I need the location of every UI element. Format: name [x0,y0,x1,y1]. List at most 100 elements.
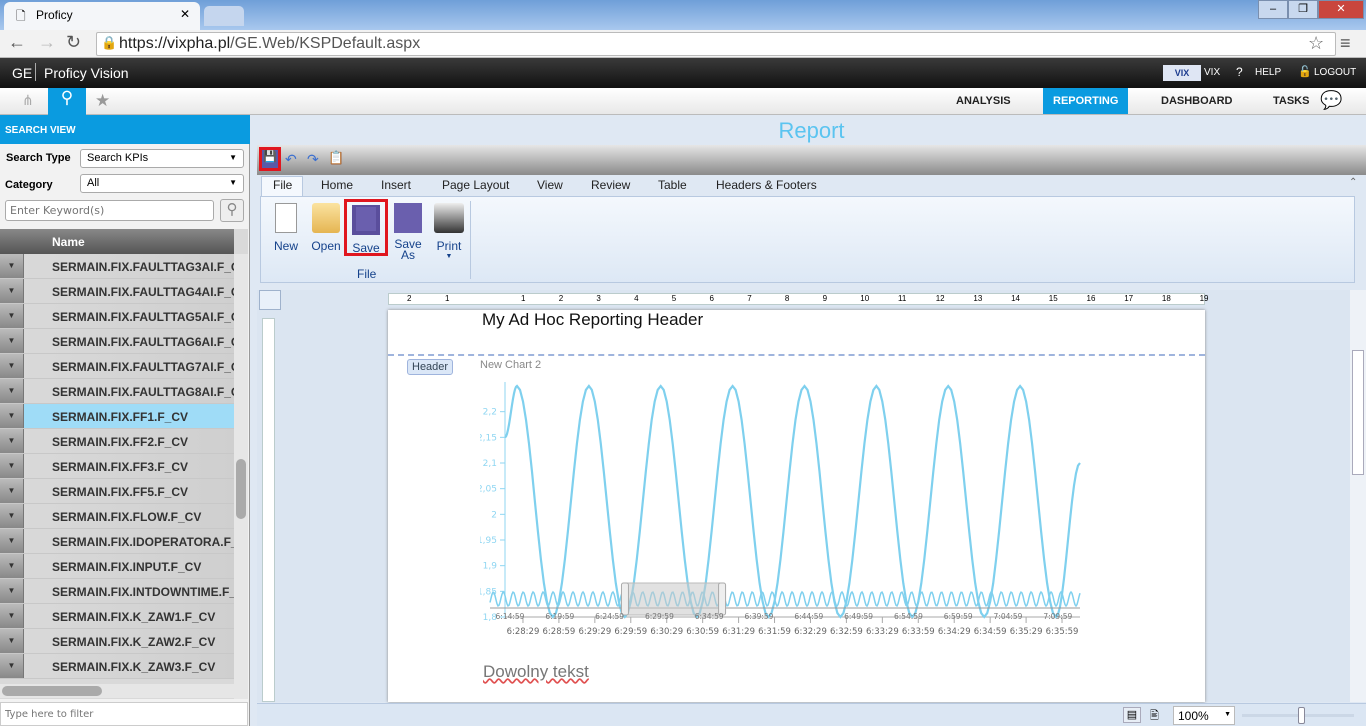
kpi-row[interactable]: ▼ SERMAIN.FIX.K_ZAW1.F_CV [0,604,234,629]
ribbon-tab-table[interactable]: Table [658,178,687,192]
row-expand-icon[interactable]: ▼ [0,579,24,603]
row-expand-icon[interactable]: ▼ [0,504,24,528]
back-icon[interactable]: ← [8,32,26,53]
row-expand-icon[interactable]: ▼ [0,329,24,353]
user-name[interactable]: VIX [1204,67,1220,78]
forward-icon[interactable]: → [38,32,56,53]
category-select[interactable]: All [80,174,244,193]
zoom-select[interactable]: 100% ▼ [1173,706,1235,725]
row-expand-icon[interactable]: ▼ [0,354,24,378]
collapse-ribbon-icon[interactable]: ⌃ [1349,177,1357,188]
zoom-slider-thumb[interactable] [1298,707,1305,724]
body-text[interactable]: Dowolny tekst [483,662,589,682]
menu-icon[interactable]: ≡ [1340,33,1351,54]
redo-icon[interactable]: ↷ [307,151,319,168]
kpi-row[interactable]: ▼ SERMAIN.FIX.FAULTTAG8AI.F_C [0,379,240,404]
kpi-row[interactable]: ▼ SERMAIN.FIX.K_ZAW3.F_CV [0,654,234,679]
logout-link[interactable]: LOGOUT [1314,67,1356,78]
doc-scrollbar-thumb[interactable] [1352,350,1364,475]
row-expand-icon[interactable]: ▼ [0,479,24,503]
search-icon[interactable]: ⚲ [48,88,86,115]
column-name-header[interactable]: Name [52,235,85,249]
filter-input[interactable] [0,702,248,726]
browser-tab[interactable]: 🗋 Proficy ✕ [4,2,200,30]
paste-icon[interactable]: 📋 [328,150,344,166]
row-expand-icon[interactable]: ▼ [0,654,24,678]
maximize-button[interactable]: ❐ [1288,0,1318,19]
row-expand-icon[interactable]: ▼ [0,379,24,403]
navigator-tick-label: 7:09:59 [1043,612,1072,621]
row-expand-icon[interactable]: ▼ [0,604,24,628]
kpi-row[interactable]: ▼ SERMAIN.FIX.FF1.F_CV [0,404,234,429]
bookmark-star-icon[interactable]: ☆ [1308,33,1324,54]
ribbon-tab-review[interactable]: Review [591,178,630,192]
print-layout-icon[interactable]: ▤ [1123,707,1141,723]
quick-save-icon[interactable]: 💾 [259,147,281,171]
ribbon-tab-headers-footers[interactable]: Headers & Footers [716,178,817,192]
kpi-row[interactable]: ▼ SERMAIN.FIX.INPUT.F_CV [0,554,234,579]
kpi-row[interactable]: ▼ SERMAIN.FIX.FF2.F_CV [0,429,234,454]
horizontal-scrollbar[interactable] [0,684,248,698]
document-page[interactable]: My Ad Hoc Reporting Header Header New Ch… [388,310,1205,702]
horizontal-ruler[interactable]: 2 1 1 2 3 4 5 6 7 8 9 10 11 12 13 14 15 16 17 18 19 [388,293,1209,305]
ribbon-tab-insert[interactable]: Insert [381,178,411,192]
chart[interactable]: New Chart 21,81,851,91,9522,052,12,152,2… [480,355,1100,640]
open-button[interactable]: Open [306,203,346,253]
h-scrollbar-thumb[interactable] [2,686,102,696]
reload-icon[interactable]: ↻ [66,32,81,53]
ribbon-tab-file[interactable]: File [273,178,292,192]
tab-tasks[interactable]: TASKS [1263,88,1319,114]
search-type-select[interactable]: Search KPIs [80,149,244,168]
new-tab-button[interactable] [204,6,244,26]
scrollbar-thumb[interactable] [236,459,246,519]
kpi-row[interactable]: ▼ SERMAIN.FIX.FAULTTAG6AI.F_C [0,329,240,354]
new-button[interactable]: New [266,203,306,253]
favorites-star-icon[interactable]: ★ [95,91,110,111]
undo-icon[interactable]: ↶ [285,151,297,168]
chat-bubble-icon[interactable]: 💬 [1320,90,1342,111]
row-expand-icon[interactable]: ▼ [0,279,24,303]
kpi-row[interactable]: ▼ SERMAIN.FIX.FAULTTAG7AI.F_C [0,354,240,379]
ribbon-tab-page-layout[interactable]: Page Layout [442,178,509,192]
ribbon-tab-home[interactable]: Home [321,178,353,192]
save-as-button[interactable]: Save As [388,203,428,262]
row-expand-icon[interactable]: ▼ [0,304,24,328]
kpi-row[interactable]: ▼ SERMAIN.FIX.IDOPERATORA.F_ [0,529,238,554]
kpi-row[interactable]: ▼ SERMAIN.FIX.FAULTTAG4AI.F_C [0,279,240,304]
ribbon-tab-view[interactable]: View [537,178,563,192]
url-input[interactable]: 🔒 https://vixpha.pl/GE.Web/KSPDefault.asp… [96,32,1336,56]
tab-reporting[interactable]: REPORTING [1043,88,1129,114]
print-button[interactable]: Print ▼ [429,203,469,260]
row-expand-icon[interactable]: ▼ [0,529,24,553]
vertical-scrollbar[interactable] [234,254,248,699]
kpi-row[interactable]: ▼ SERMAIN.FIX.FAULTTAG3AI.F_C [0,254,240,279]
minimize-button[interactable]: ‒ [1258,0,1288,19]
search-button[interactable]: ⚲ [220,199,244,222]
close-tab-icon[interactable]: ✕ [180,7,190,21]
save-button[interactable]: Save [344,199,388,256]
row-expand-icon[interactable]: ▼ [0,254,24,278]
keyword-input[interactable] [5,200,214,221]
kpi-row[interactable]: ▼ SERMAIN.FIX.K_ZAW2.F_CV [0,629,234,654]
kpi-row[interactable]: ▼ SERMAIN.FIX.FF5.F_CV [0,479,234,504]
doc-vertical-scrollbar[interactable] [1350,290,1366,702]
row-expand-icon[interactable]: ▼ [0,554,24,578]
row-expand-icon[interactable]: ▼ [0,454,24,478]
web-layout-icon[interactable]: 🖹 [1150,707,1159,726]
kpi-row[interactable]: ▼ SERMAIN.FIX.INTDOWNTIME.F_ [0,579,236,604]
vertical-ruler[interactable] [262,318,275,702]
tab-analysis[interactable]: ANALYSIS [946,88,1021,114]
hierarchy-icon[interactable]: ⋔ [22,92,34,109]
tab-dashboard[interactable]: DASHBOARD [1151,88,1243,114]
row-expand-icon[interactable]: ▼ [0,429,24,453]
kpi-row[interactable]: ▼ SERMAIN.FIX.FF3.F_CV [0,454,234,479]
header-text[interactable]: My Ad Hoc Reporting Header [482,310,703,330]
kpi-row[interactable]: ▼ SERMAIN.FIX.FLOW.F_CV [0,504,234,529]
close-window-button[interactable]: ✕ [1318,0,1364,19]
zoom-slider[interactable] [1242,707,1354,724]
help-link[interactable]: HELP [1255,67,1281,78]
row-expand-icon[interactable]: ▼ [0,404,24,428]
kpi-row[interactable]: ▼ SERMAIN.FIX.FAULTTAG5AI.F_C [0,304,240,329]
help-icon[interactable]: ? [1236,65,1243,79]
row-expand-icon[interactable]: ▼ [0,629,24,653]
